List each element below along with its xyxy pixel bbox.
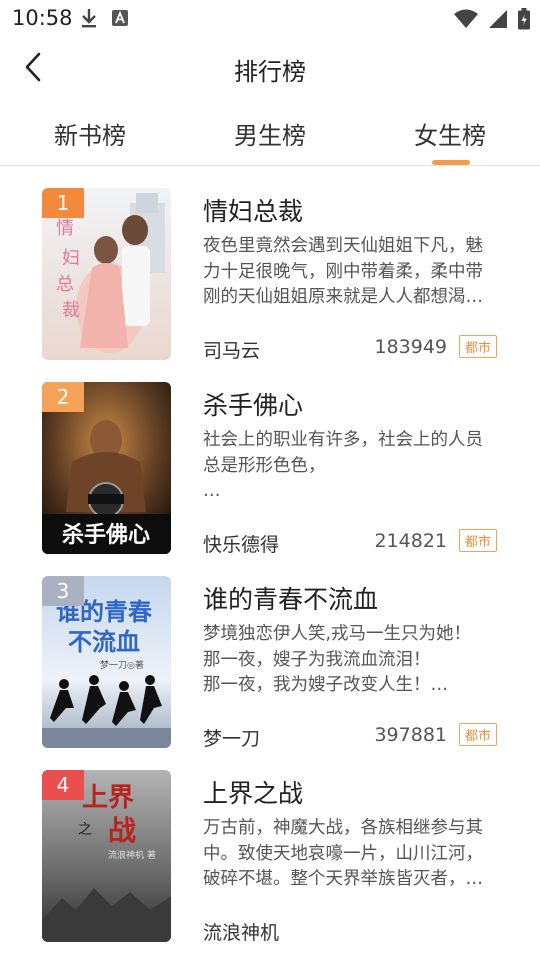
description-line: … — [203, 481, 221, 501]
book-title: 谁的青春不流血 — [203, 585, 379, 614]
header: 排行榜 — [0, 38, 540, 100]
battery-icon — [518, 8, 530, 34]
cover-title-art: 杀手佛心 — [62, 522, 150, 548]
page-title: 排行榜 — [234, 58, 306, 86]
status-time: 10:58 — [12, 6, 73, 30]
description-line: 总是形形色色， — [203, 455, 326, 476]
book-description: 社会上的职业有许多，社会上的人员 总是形形色色， … — [203, 428, 503, 505]
list-item[interactable]: 谁的青春 不流血 梦一刀◎著 3 谁的青春不流血 梦境独恋伊人笑,戎马一生只为她… — [0, 556, 540, 750]
book-read-count: 397881 — [374, 724, 447, 746]
rank-tabs: 新书榜 男生榜 女生榜 — [0, 100, 540, 166]
cover-title-art: 情 — [56, 218, 74, 239]
rank-badge: 3 — [42, 576, 84, 606]
book-description: 万古前，神魔大战，各族相继参与其 中。致使天地哀嚎一片，山川江河， 破碎不堪。整… — [203, 816, 503, 893]
description-line: 破碎不堪。整个天界举族皆灭者，… — [203, 869, 483, 889]
active-tab-indicator — [432, 160, 470, 165]
svg-text:总: 总 — [56, 274, 74, 295]
book-description: 梦境独恋伊人笑,戎马一生只为她！ 那一夜，嫂子为我流血流泪！ 那一夜，我为嫂子改… — [203, 622, 503, 699]
svg-text:战: 战 — [108, 814, 136, 847]
description-line: 社会上的职业有许多，社会上的人员 — [203, 430, 483, 450]
description-line: 梦境独恋伊人笑,戎马一生只为她！ — [203, 624, 472, 644]
book-author: 梦一刀 — [203, 728, 261, 750]
svg-text:裁: 裁 — [62, 300, 80, 321]
book-description: 夜色里竟然会遇到天仙姐姐下凡，魅 力十足很晚气，刚中带着柔，柔中带 刚的天仙姐姐… — [203, 234, 503, 311]
status-bar: 10:58 — [0, 0, 540, 38]
svg-text:不流血: 不流血 — [68, 628, 140, 656]
genre-tag: 都市 — [459, 335, 497, 358]
description-line: 那一夜，我为嫂子改变人生！… — [203, 675, 448, 695]
book-read-count: 183949 — [374, 336, 447, 358]
book-read-count: 214821 — [374, 530, 447, 552]
book-author: 快乐德得 — [203, 534, 280, 556]
book-author: 流浪神机 — [203, 922, 280, 944]
cover-title-art: 上界 — [82, 783, 134, 813]
description-line: 力十足很晚气，刚中带着柔，柔中带 — [203, 261, 483, 282]
description-line: 夜色里竟然会遇到天仙姐姐下凡，魅 — [203, 236, 483, 256]
genre-tag: 都市 — [459, 529, 497, 552]
description-line: 那一夜，嫂子为我流血流泪！ — [203, 649, 431, 670]
book-title: 杀手佛心 — [203, 391, 304, 420]
download-icon — [80, 8, 98, 32]
rank-badge: 1 — [42, 188, 84, 218]
cover-byline: 梦一刀◎著 — [100, 659, 144, 671]
list-item[interactable]: 杀手佛心 2 杀手佛心 社会上的职业有许多，社会上的人员 总是形形色色， … 快… — [0, 362, 540, 556]
tab-male[interactable]: 男生榜 — [200, 116, 340, 151]
description-line: 中。致使天地哀嚎一片，山川江河， — [203, 843, 483, 864]
book-author: 司马云 — [203, 340, 261, 362]
list-item[interactable]: 上界 之 战 流浪神机 著 4 上界之战 万古前，神魔大战，各族相继参与其 中。… — [0, 750, 540, 944]
book-title: 上界之战 — [203, 779, 304, 808]
tab-female[interactable]: 女生榜 — [380, 116, 520, 151]
description-line: 刚的天仙姐姐原来就是人人都想渴… — [203, 287, 483, 307]
rank-badge: 2 — [42, 382, 84, 412]
rank-badge: 4 — [42, 770, 84, 800]
wifi-icon — [454, 9, 478, 33]
svg-text:之: 之 — [78, 822, 92, 838]
list-item[interactable]: 情 妇 总 裁 1 情妇总裁 夜色里竟然会遇到天仙姐姐下凡，魅 力十足很晚气，刚… — [0, 168, 540, 362]
description-line: 万古前，神魔大战，各族相继参与其 — [203, 818, 483, 838]
genre-tag: 都市 — [459, 723, 497, 746]
cover-byline: 流浪神机 著 — [108, 849, 156, 861]
font-a-icon — [112, 10, 128, 30]
tab-new-books[interactable]: 新书榜 — [20, 116, 160, 151]
signal-icon — [488, 9, 508, 33]
book-title: 情妇总裁 — [203, 197, 304, 226]
svg-text:妇: 妇 — [62, 248, 80, 269]
